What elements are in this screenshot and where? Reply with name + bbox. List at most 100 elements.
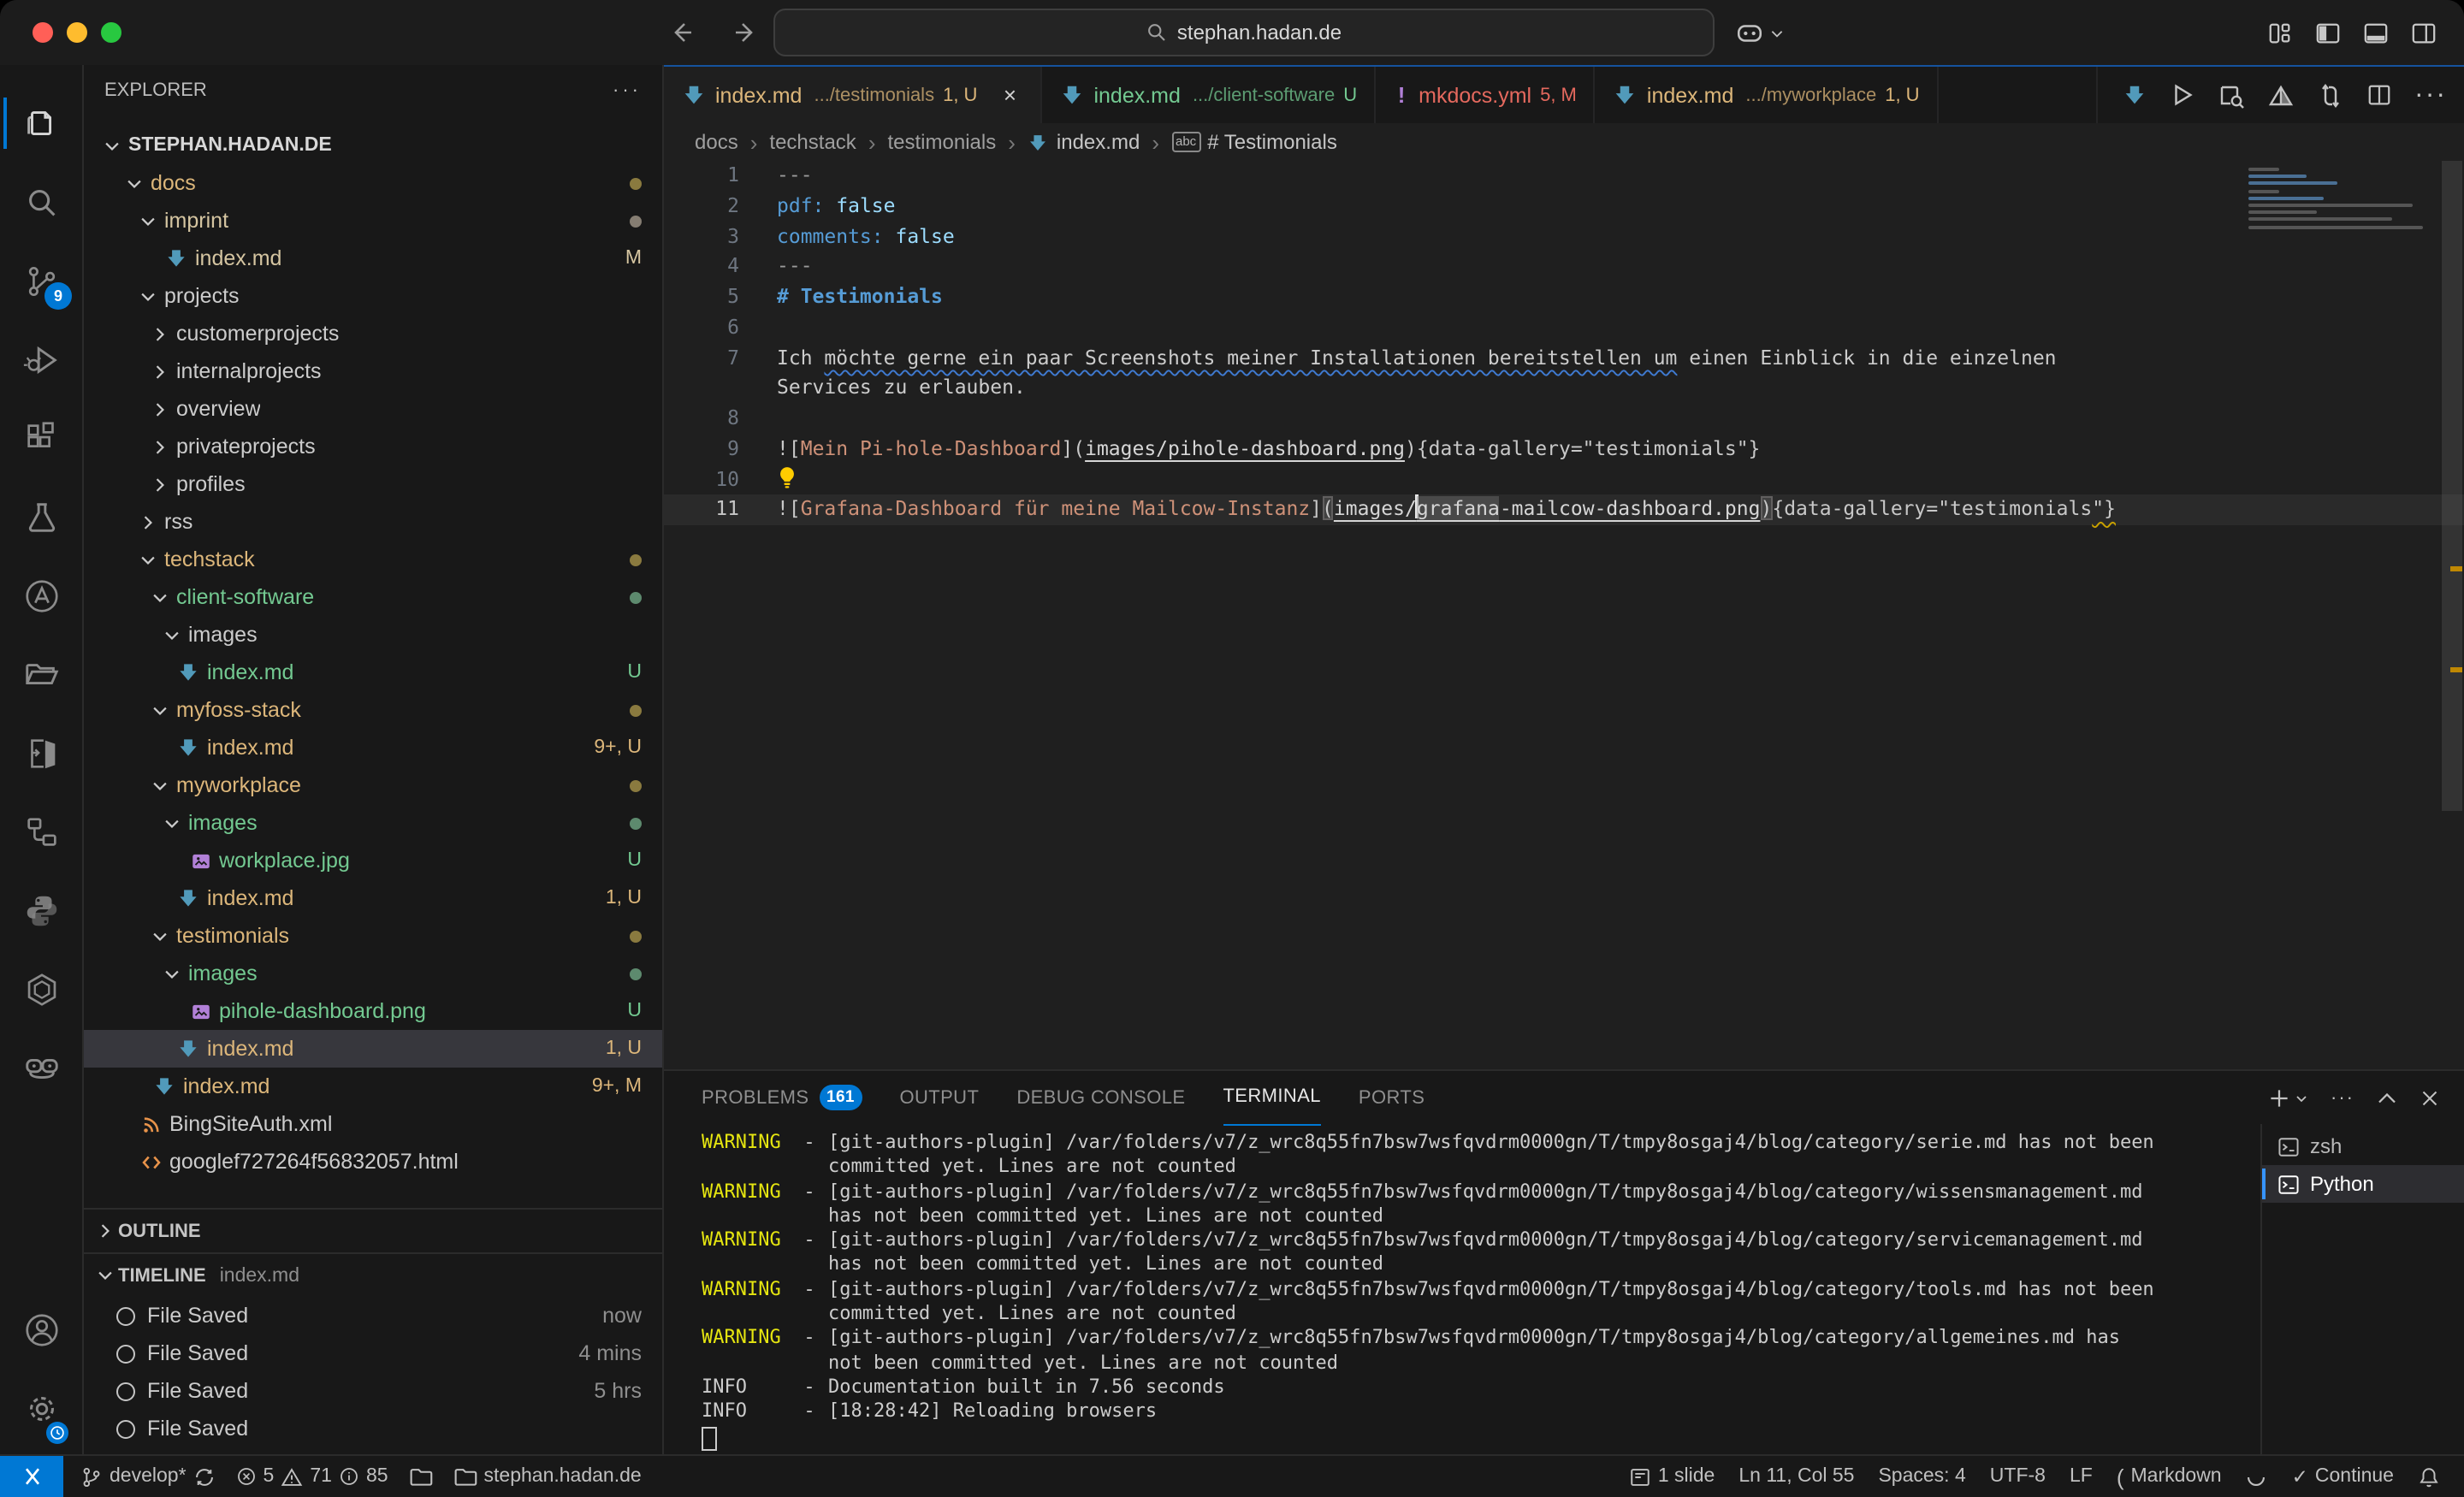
tree-item-rss[interactable]: rss (84, 503, 662, 541)
breadcrumb-index-md[interactable]: index.md (1028, 130, 1140, 154)
lightbulb-icon[interactable] (777, 464, 797, 490)
accounts-icon[interactable] (3, 1290, 79, 1369)
terminal-output[interactable]: WARNING-[git-authors-plugin] /var/folder… (664, 1124, 2260, 1454)
encoding-item[interactable]: UTF-8 (1980, 1456, 2056, 1497)
tree-item-root[interactable]: STEPHAN.HADAN.DE (84, 127, 662, 164)
terminal-instance-zsh[interactable]: zsh (2262, 1127, 2464, 1165)
editor[interactable]: 1--- 2pdf: false 3comments: false 4--- 5… (664, 161, 2464, 1069)
tab-output[interactable]: OUTPUT (899, 1071, 979, 1124)
toggle-primary-sidebar-icon[interactable] (2315, 20, 2341, 45)
testing-icon[interactable] (3, 477, 79, 556)
tree-item-t-images[interactable]: images (84, 955, 662, 992)
tree-item-google-html[interactable]: googlef727264f56832057.html (84, 1143, 662, 1180)
workspace-folder-item[interactable]: stephan.hadan.de (443, 1456, 652, 1497)
command-center-search[interactable]: stephan.hadan.de (773, 9, 1715, 56)
compare-changes-icon[interactable] (2317, 81, 2344, 109)
tree-item-workplace-jpg[interactable]: workplace.jpgU (84, 842, 662, 879)
new-terminal-button[interactable] (2267, 1086, 2308, 1109)
tree-item-bingsiteauth-xml[interactable]: BingSiteAuth.xml (84, 1105, 662, 1143)
tree-item-myfoss-index-md[interactable]: index.md9+, U (84, 729, 662, 766)
markdown-run-icon[interactable] (2122, 82, 2147, 108)
customize-layout-icon[interactable] (2267, 20, 2293, 45)
zoom-window-button[interactable] (101, 22, 121, 43)
problems-summary-item[interactable]: 5 71 85 (226, 1456, 399, 1497)
tree-item-docs[interactable]: docs (84, 164, 662, 202)
exit-door-icon[interactable] (3, 713, 79, 792)
timeline-item[interactable]: File Saved (84, 1410, 662, 1447)
back-icon[interactable] (667, 19, 695, 46)
timeline-item[interactable]: File Saved5 hrs (84, 1372, 662, 1410)
extensions-icon[interactable] (3, 399, 79, 477)
markdown-preview-icon[interactable] (2267, 81, 2295, 109)
tree-item-privateprojects[interactable]: privateprojects (84, 428, 662, 465)
circle-a-extension-icon[interactable] (3, 556, 79, 635)
tree-item-internalprojects[interactable]: internalprojects (84, 352, 662, 390)
minimize-window-button[interactable] (67, 22, 87, 43)
tab-index-md-myworkplace[interactable]: index.md .../myworkplace 1, U (1596, 67, 1939, 123)
tab-problems[interactable]: PROBLEMS161 (702, 1071, 862, 1124)
tree-item-client-software[interactable]: client-software (84, 578, 662, 616)
tab-index-md-testimonials[interactable]: index.md .../testimonials 1, U × (664, 67, 1042, 123)
explorer-icon[interactable] (3, 84, 79, 163)
maximize-panel-icon[interactable] (2377, 1087, 2397, 1108)
tree-item-mw-images[interactable]: images (84, 804, 662, 842)
settings-gear-icon[interactable] (3, 1369, 79, 1447)
tree-item-myfoss-stack[interactable]: myfoss-stack (84, 691, 662, 729)
continue-item[interactable]: ✓Continue (2282, 1456, 2404, 1497)
tree-item-techstack[interactable]: techstack (84, 541, 662, 578)
copilot-chat-icon[interactable] (3, 1028, 79, 1107)
folder-status-icon[interactable] (399, 1456, 443, 1497)
tree-item-docs-index-md[interactable]: index.md9+, M (84, 1068, 662, 1105)
close-window-button[interactable] (33, 22, 53, 43)
folder-extension-icon[interactable] (3, 635, 79, 713)
timeline-section-header[interactable]: TIMELINE index.md (84, 1252, 662, 1297)
cursor-position-item[interactable]: Ln 11, Col 55 (1728, 1456, 1864, 1497)
tab-terminal[interactable]: TERMINAL (1223, 1070, 1320, 1125)
tree-item-myworkplace[interactable]: myworkplace (84, 766, 662, 804)
tree-item-overview[interactable]: overview (84, 390, 662, 428)
forward-icon[interactable] (732, 19, 760, 46)
breadcrumb-testimonials[interactable]: testimonials (888, 130, 997, 154)
breadcrumb-heading-symbol[interactable]: abc# Testimonials (1171, 130, 1337, 154)
tree-item-projects[interactable]: projects (84, 277, 662, 315)
outline-section-header[interactable]: OUTLINE (84, 1208, 662, 1252)
language-mode-item[interactable]: (Markdown (2106, 1456, 2232, 1497)
flowchart-extension-icon[interactable] (3, 792, 79, 871)
breadcrumb-docs[interactable]: docs (695, 130, 738, 154)
tab-mkdocs-yml[interactable]: ! mkdocs.yml 5, M (1376, 67, 1596, 123)
eol-item[interactable]: LF (2059, 1456, 2103, 1497)
python-extension-icon[interactable] (3, 871, 79, 950)
run-file-icon[interactable] (2170, 82, 2195, 108)
breadcrumb-techstack[interactable]: techstack (769, 130, 856, 154)
copilot-menu[interactable] (1735, 18, 1785, 47)
remote-indicator[interactable] (0, 1456, 63, 1497)
tree-item-imprint[interactable]: imprint (84, 202, 662, 240)
open-preview-side-icon[interactable] (2218, 81, 2245, 109)
tree-item-pihole-dashboard-png[interactable]: pihole-dashboard.pngU (84, 992, 662, 1030)
minimap[interactable] (2248, 168, 2437, 277)
explorer-more-actions-icon[interactable]: ··· (613, 80, 642, 101)
editor-scrollbar[interactable] (2440, 161, 2464, 1069)
tab-debug-console[interactable]: DEBUG CONSOLE (1016, 1071, 1185, 1124)
slide-count-item[interactable]: 1 slide (1619, 1456, 1726, 1497)
tree-item-imprint-index-md[interactable]: index.mdM (84, 240, 662, 277)
tab-index-md-client-software[interactable]: index.md .../client-software U (1042, 67, 1376, 123)
tree-item-profiles[interactable]: profiles (84, 465, 662, 503)
terminal-instance-python[interactable]: Python (2262, 1165, 2464, 1203)
tree-item-customerprojects[interactable]: customerprojects (84, 315, 662, 352)
close-panel-icon[interactable] (2420, 1087, 2440, 1108)
panel-more-actions-icon[interactable]: ··· (2331, 1087, 2354, 1108)
timeline-item[interactable]: File Saved4 mins (84, 1334, 662, 1372)
toggle-secondary-sidebar-icon[interactable] (2411, 20, 2437, 45)
search-icon[interactable] (3, 163, 79, 241)
tree-item-mw-index-md[interactable]: index.md1, U (84, 879, 662, 917)
split-editor-icon[interactable] (2366, 82, 2392, 108)
spinner-item[interactable] (2236, 1456, 2278, 1497)
timeline-item[interactable]: File Savednow (84, 1297, 662, 1334)
source-control-icon[interactable]: 9 (3, 241, 79, 320)
run-debug-icon[interactable] (3, 320, 79, 399)
scrollbar-thumb[interactable] (2442, 161, 2462, 811)
notifications-bell[interactable] (2408, 1456, 2450, 1497)
tree-item-t-index-md-selected[interactable]: index.md1, U (84, 1030, 662, 1068)
close-icon[interactable]: × (996, 82, 1023, 108)
